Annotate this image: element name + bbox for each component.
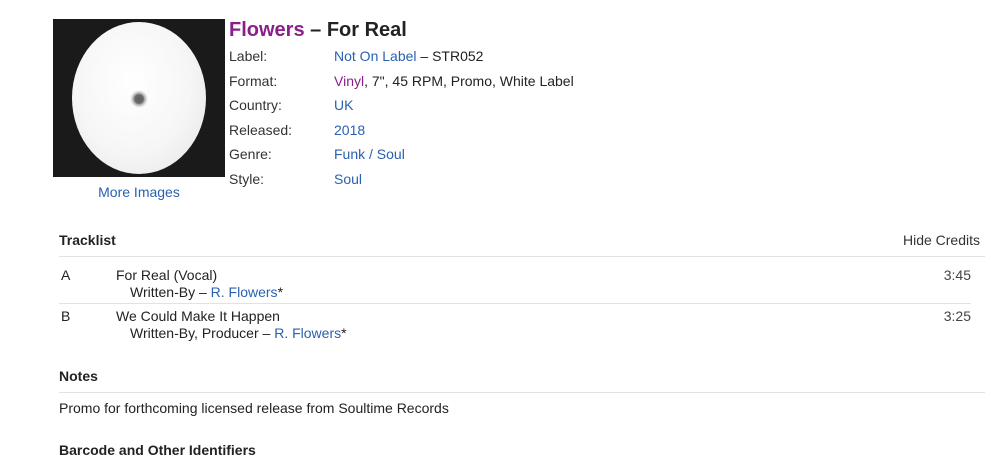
track-row: A For Real (Vocal) Written-By – R. Flowers… [59, 263, 971, 304]
track-position: A [61, 267, 71, 283]
profile-value-link[interactable]: Vinyl [334, 73, 364, 89]
credit-suffix: * [341, 325, 347, 341]
track-title: We Could Make It Happen [116, 308, 280, 324]
profile-label: Genre: [229, 146, 272, 162]
notes-header: Notes [59, 366, 985, 393]
credit-suffix: * [277, 284, 284, 300]
profile-label: Label: [229, 48, 268, 64]
track-credit: Written-By – R. Flowers* [130, 284, 283, 300]
track-position: B [61, 308, 71, 324]
profile-row: Released: 2018 [229, 120, 574, 145]
cover-image[interactable] [53, 19, 225, 177]
release-title: Flowers – For Real [229, 18, 407, 42]
profile-value-text: – STR052 [416, 48, 484, 64]
track-duration: 3:25 [943, 308, 971, 324]
profile-row: Format: Vinyl, 7", 45 RPM, Promo, White L… [229, 71, 574, 96]
profile-value-link[interactable]: Funk / Soul [334, 146, 405, 162]
track-duration: 3:45 [943, 267, 971, 283]
profile-value: 2018 [334, 120, 365, 145]
hide-credits-link[interactable]: Hide Credits [903, 230, 980, 250]
credit-role: Written-By, Producer – [130, 325, 275, 341]
profile-value-link[interactable]: 2018 [334, 122, 365, 138]
profile-value: Soul [334, 169, 362, 194]
profile-value-link[interactable]: Not On Label [334, 48, 417, 64]
profile-value-link[interactable]: UK [334, 97, 353, 113]
barcode-header: Barcode and Other Identifiers [59, 440, 985, 466]
credit-artist-link[interactable]: R. Flowers [211, 284, 278, 300]
profile-label: Released: [229, 121, 293, 138]
notes-heading: Notes [59, 368, 98, 384]
credit-artist-link[interactable]: R. Flowers [274, 325, 341, 341]
more-images-link[interactable]: More Images [53, 184, 225, 200]
disc-spindle-hole [132, 92, 146, 106]
profile-label: Country: [229, 97, 282, 113]
release-profile: Label: Not On Label – STR052 Format: Vinyl,… [229, 46, 574, 193]
artist-link[interactable]: Flowers [229, 19, 305, 41]
notes-text: Promo for forthcoming licensed release f… [59, 400, 449, 416]
profile-value: UK [334, 95, 353, 120]
tracklist-heading: Tracklist [59, 232, 116, 248]
profile-value-link[interactable]: Soul [334, 171, 362, 187]
track-row: B We Could Make It Happen Written-By, Prod… [59, 304, 971, 344]
title-separator: – [310, 19, 322, 41]
profile-row: Style: Soul [229, 169, 574, 194]
profile-row: Label: Not On Label – STR052 [229, 46, 574, 71]
barcode-heading: Barcode and Other Identifiers [59, 442, 256, 458]
profile-value: Not On Label – STR052 [334, 46, 483, 71]
profile-row: Country: UK [229, 95, 574, 120]
profile-row: Genre: Funk / Soul [229, 144, 574, 169]
profile-value-text: , 7", 45 RPM, Promo, White Label [364, 72, 574, 89]
profile-label: Format: [229, 72, 278, 89]
release-name: For Real [326, 19, 407, 41]
tracklist: A For Real (Vocal) Written-By – R. Flowers… [59, 263, 971, 344]
profile-value: Funk / Soul [334, 144, 405, 169]
profile-value: Vinyl, 7", 45 RPM, Promo, White Label [334, 71, 574, 96]
profile-label: Style: [229, 170, 265, 187]
track-title: For Real (Vocal) [116, 267, 218, 283]
track-credit: Written-By, Producer – R. Flowers* [130, 325, 347, 341]
credit-role: Written-By – [130, 284, 211, 300]
white-label-disc [72, 22, 206, 174]
tracklist-header: Tracklist Hide Credits [59, 230, 985, 257]
